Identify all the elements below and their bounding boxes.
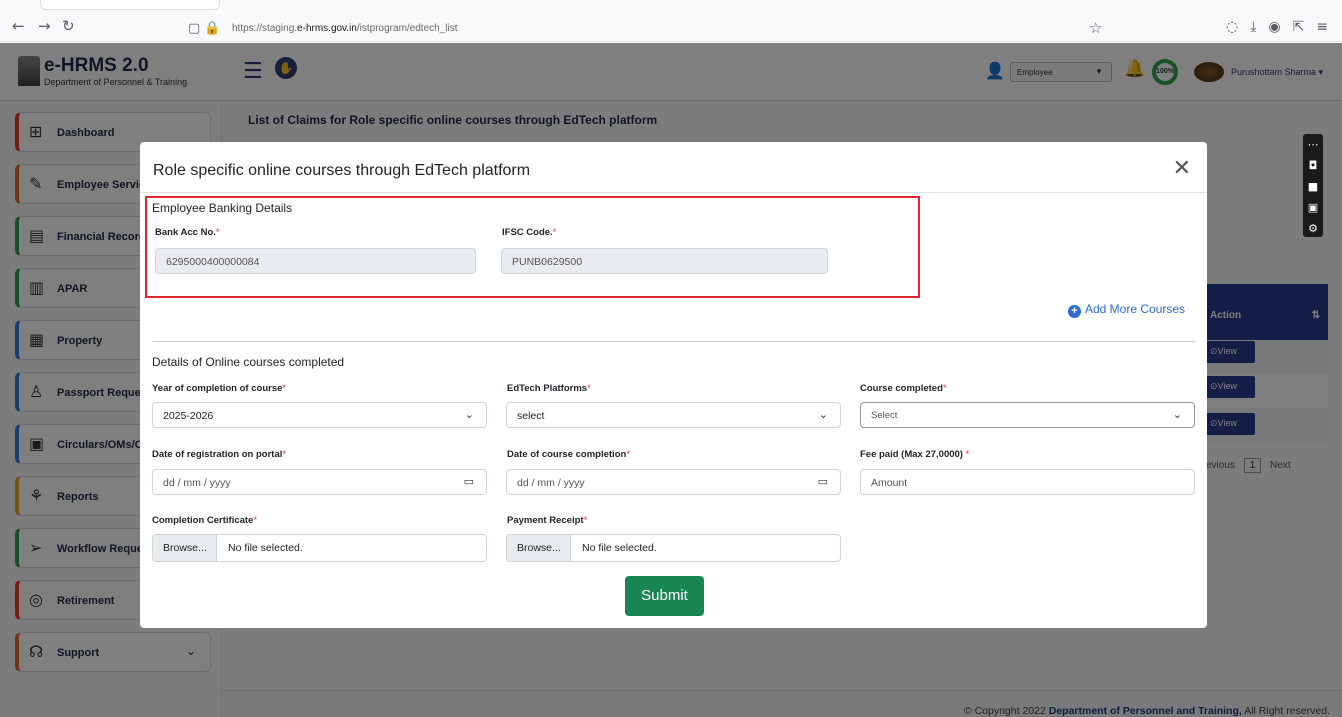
divider	[153, 341, 1195, 342]
bookmark-star-icon[interactable]: ☆	[1089, 19, 1102, 37]
receipt-label: Payment Receipt*	[507, 515, 588, 526]
reg-date-label: Date of registration on portal*	[152, 449, 287, 460]
reg-date-input[interactable]: dd / mm / yyyy ▭	[152, 469, 487, 495]
completion-date-input[interactable]: dd / mm / yyyy ▭	[506, 469, 841, 495]
completion-date-label: Date of course completion*	[507, 449, 631, 460]
browser-tab[interactable]	[40, 0, 220, 10]
ifsc-field: PUNB0629500	[501, 248, 828, 274]
chevron-down-icon: ⌄	[464, 408, 474, 421]
browse-button[interactable]: Browse...	[507, 535, 571, 561]
browse-button[interactable]: Browse...	[153, 535, 217, 561]
browser-extension-icons[interactable]: ◌⤓◉⇱≡	[1226, 19, 1340, 35]
shield-lock-icon: ▢ 🔒	[188, 21, 221, 36]
url-text: https://staging.e-hrms.gov.in/istprogram…	[232, 23, 458, 34]
bank-acc-label: Bank Acc No.*	[155, 227, 220, 238]
bank-acc-field: 6295000400000084	[155, 248, 476, 274]
chevron-down-icon: ⌄	[1172, 408, 1182, 421]
modal-title: Role specific online courses through EdT…	[153, 162, 531, 179]
receipt-file-input[interactable]: Browse... No file selected.	[506, 534, 841, 562]
platform-select[interactable]: select ⌄	[506, 402, 841, 428]
add-more-courses-button[interactable]: + Add More Courses	[1068, 302, 1185, 318]
year-label: Year of completion of course*	[152, 383, 287, 394]
claim-modal: Role specific online courses through EdT…	[140, 142, 1207, 628]
platform-label: EdTech Platforms*	[507, 383, 591, 394]
screen-capture-toolbar[interactable]: ⋯ ◘ ■ ▣ ⚙	[1303, 134, 1323, 237]
calendar-icon[interactable]: ▭	[464, 475, 474, 488]
no-file-text: No file selected.	[228, 542, 303, 554]
fee-input[interactable]: Amount	[860, 469, 1195, 495]
courses-section-title: Details of Online courses completed	[152, 355, 345, 369]
course-select[interactable]: Select ⌄	[860, 402, 1195, 428]
year-select[interactable]: 2025-2026 ⌄	[152, 402, 487, 428]
close-icon[interactable]: ✕	[1173, 156, 1191, 181]
no-file-text: No file selected.	[582, 542, 657, 554]
certificate-label: Completion Certificate*	[152, 515, 258, 526]
calendar-icon[interactable]: ▭	[818, 475, 828, 488]
camera-icon[interactable]: ◘	[1303, 155, 1323, 176]
back-icon[interactable]: ←	[12, 17, 25, 35]
divider	[140, 192, 1207, 193]
ifsc-label: IFSC Code.*	[502, 227, 557, 238]
banking-section-title: Employee Banking Details	[152, 201, 293, 215]
video-icon[interactable]: ■	[1303, 176, 1323, 197]
window-icon[interactable]: ▣	[1303, 197, 1323, 218]
browser-toolbar: ← → ↻ ▢ 🔒 https://staging.e-hrms.gov.in/…	[0, 0, 1342, 42]
plus-circle-icon: +	[1068, 305, 1081, 318]
menu-icon[interactable]: ⋯	[1303, 134, 1323, 155]
certificate-file-input[interactable]: Browse... No file selected.	[152, 534, 487, 562]
fee-label: Fee paid (Max 27,0000) *	[860, 449, 970, 460]
submit-button[interactable]: Submit	[625, 576, 704, 616]
course-label: Course completed*	[860, 383, 947, 394]
chevron-down-icon: ⌄	[818, 408, 828, 421]
forward-icon[interactable]: →	[38, 17, 51, 35]
reload-icon[interactable]: ↻	[62, 17, 75, 35]
address-bar[interactable]: ▢ 🔒 https://staging.e-hrms.gov.in/istpro…	[180, 18, 1120, 40]
gear-icon[interactable]: ⚙	[1303, 218, 1323, 239]
